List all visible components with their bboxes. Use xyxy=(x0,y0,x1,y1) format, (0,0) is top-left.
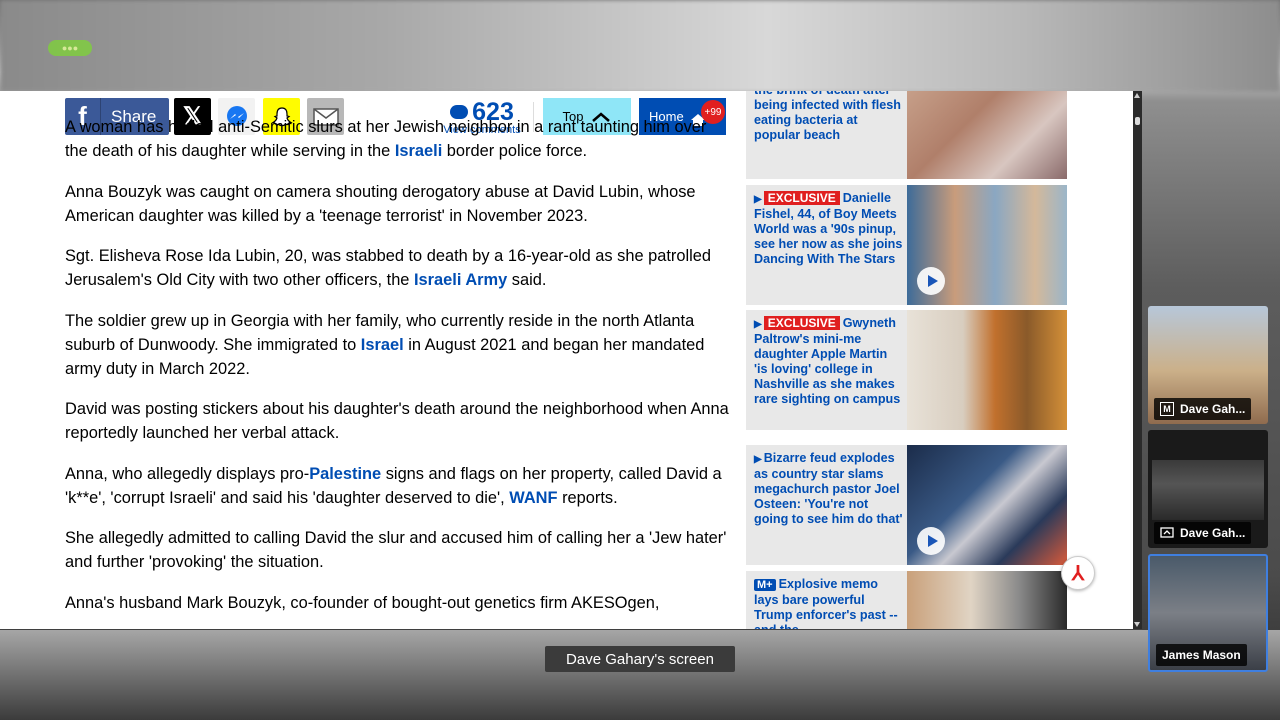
story-thumbnail xyxy=(907,185,1067,305)
story-thumbnail xyxy=(907,91,1067,179)
play-icon[interactable] xyxy=(917,267,945,295)
participant-name-tag: James Mason xyxy=(1156,644,1247,666)
play-icon[interactable] xyxy=(917,527,945,555)
story-thumbnail xyxy=(907,571,1067,629)
story-card[interactable]: M+ Explosive memo lays bare powerful Trum… xyxy=(746,571,1067,629)
link-palestine[interactable]: Palestine xyxy=(309,465,381,483)
article-paragraph-1: A woman has hurled anti-Semitic slurs at… xyxy=(65,118,707,160)
link-wanf[interactable]: WANF xyxy=(509,489,557,507)
article-paragraph-2: Anna Bouzyk was caught on camera shoutin… xyxy=(65,182,696,225)
article-paragraph-8: Anna's husband Mark Bouzyk, co-founder o… xyxy=(65,593,660,612)
triangle-icon: ▶ xyxy=(754,454,762,465)
participant-name-tag: M Dave Gah... xyxy=(1154,398,1252,420)
story-headline: ▶ Bizarre feud explodes as country star s… xyxy=(754,451,903,526)
app-logo-icon: ●●● xyxy=(48,40,92,56)
pdf-icon[interactable]: ⅄ xyxy=(1061,556,1095,590)
article-paragraph-6: Anna, who allegedly displays pro-Palesti… xyxy=(65,464,722,507)
screen-share-icon xyxy=(1160,527,1174,538)
story-card[interactable]: ▶ EXCLUSIVE Gwyneth Paltrow's mini-me daug… xyxy=(746,310,1067,430)
story-headline: M+ Explosive memo lays bare powerful Trum… xyxy=(754,577,898,629)
shared-screen[interactable]: f Share 𝕏 623 View comments Top Home +99… xyxy=(0,91,1142,629)
story-thumbnail xyxy=(907,310,1067,430)
story-headline: the brink of death after being infected … xyxy=(754,91,901,142)
screen-preview xyxy=(1152,460,1264,520)
story-card[interactable]: ▶ EXCLUSIVE Danielle Fishel, 44, of Boy Me… xyxy=(746,185,1067,305)
link-israeli-army[interactable]: Israeli Army xyxy=(414,271,507,289)
story-thumbnail xyxy=(907,445,1067,565)
article-paragraph-7: She allegedly admitted to calling David … xyxy=(65,529,727,571)
related-stories-sidebar: the brink of death after being infected … xyxy=(746,91,1067,629)
triangle-icon: ▶ xyxy=(754,319,762,330)
participant-tile[interactable]: M Dave Gah... xyxy=(1148,306,1268,424)
story-card[interactable]: the brink of death after being infected … xyxy=(746,91,1067,179)
participant-tile[interactable]: Dave Gah... xyxy=(1148,430,1268,548)
page-scrollbar[interactable] xyxy=(1133,91,1142,629)
link-israeli[interactable]: Israeli xyxy=(395,142,442,160)
link-israel[interactable]: Israel xyxy=(361,336,404,354)
background-blur-top xyxy=(0,0,1280,92)
scroll-up-icon[interactable] xyxy=(1134,93,1140,98)
m-badge-icon: M xyxy=(1160,402,1174,416)
mail-plus-badge: M+ xyxy=(754,579,776,591)
exclusive-badge: EXCLUSIVE xyxy=(763,191,840,205)
participant-tile-active-speaker[interactable]: James Mason xyxy=(1148,554,1268,672)
article-paragraph-5: David was posting stickers about his dau… xyxy=(65,400,729,442)
triangle-icon: ▶ xyxy=(754,194,762,205)
article-paragraph-3: Sgt. Elisheva Rose Ida Lubin, 20, was st… xyxy=(65,247,712,289)
article-paragraph-4: The soldier grew up in Georgia with her … xyxy=(65,311,705,378)
screen-share-label: Dave Gahary's screen xyxy=(545,646,735,672)
story-headline: ▶ EXCLUSIVE Gwyneth Paltrow's mini-me daug… xyxy=(754,316,901,406)
scrollbar-thumb[interactable] xyxy=(1135,117,1140,125)
story-card[interactable]: ▶ Bizarre feud explodes as country star s… xyxy=(746,445,1067,565)
background-blur-bottom xyxy=(0,630,1280,720)
exclusive-badge: EXCLUSIVE xyxy=(763,316,840,330)
article-body: A woman has hurled anti-Semitic slurs at… xyxy=(65,118,730,629)
participant-name-tag: Dave Gah... xyxy=(1154,522,1252,544)
scroll-down-icon[interactable] xyxy=(1134,622,1140,627)
story-headline: ▶ EXCLUSIVE Danielle Fishel, 44, of Boy Me… xyxy=(754,191,903,266)
